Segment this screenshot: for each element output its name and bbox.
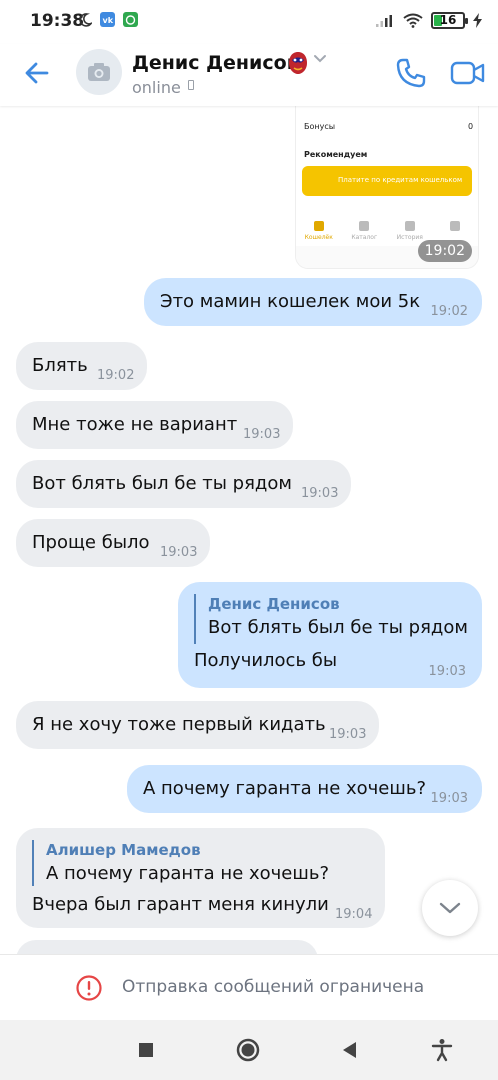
recents-button[interactable]	[132, 1036, 160, 1064]
reply-text: А почему гаранта не хочешь?	[46, 863, 329, 884]
image-message[interactable]: Бонусы 0 Рекомендуем Платите по кредитам…	[296, 106, 478, 268]
message-text: Вчера был гарант меня кинули	[32, 894, 329, 915]
message-bubble-incoming[interactable]: Алишер Мамедов А почему гаранта не хочеш…	[16, 828, 385, 928]
message-text: Блять	[32, 355, 88, 376]
reply-text: Вот блять был бе ты рядом	[208, 617, 468, 638]
triangle-back-icon	[343, 1042, 356, 1058]
message-time: 19:04	[335, 907, 373, 922]
chevron-down-icon	[439, 902, 461, 914]
chat-header: Денис Денисов online	[0, 44, 498, 106]
phone-icon[interactable]	[394, 56, 428, 90]
image-banner: Платите по кредитам кошельком	[302, 166, 472, 196]
arrow-left-icon[interactable]	[20, 56, 54, 90]
message-time: 19:02	[97, 368, 135, 383]
message-bubble-outgoing[interactable]: А почему гаранта не хочешь? 19:03	[127, 765, 482, 813]
message-text: Получилось бы	[194, 650, 338, 671]
image-row-value: 0	[468, 122, 474, 131]
camera-icon	[88, 63, 110, 81]
message-text: Я не хочу тоже первый кидать	[32, 714, 326, 735]
image-row-label: Бонусы	[304, 122, 336, 131]
message-bubble-incoming[interactable]: Я не хочу тоже первый кидать 19:03	[16, 701, 379, 749]
reply-quote[interactable]: Алишер Мамедов А почему гаранта не хочеш…	[32, 840, 329, 886]
message-bubble-incoming[interactable]: Мне тоже не вариант 19:03	[16, 401, 293, 449]
message-time: 19:03	[243, 427, 281, 442]
mobile-device-icon	[188, 80, 194, 90]
message-time: 19:03	[301, 486, 339, 501]
accessibility-icon	[431, 1039, 453, 1062]
message-time: 19:02	[417, 240, 472, 262]
accessibility-button[interactable]	[428, 1036, 456, 1064]
message-bubble-incoming[interactable]: Проще было 19:03	[16, 519, 210, 567]
scroll-down-button[interactable]	[422, 880, 478, 936]
image-banner-text: Платите по кредитам кошельком	[338, 176, 463, 184]
message-time: 19:02	[430, 304, 468, 319]
status-right-icons: 16	[375, 12, 482, 29]
message-text: Вот блять был бе ты рядом	[32, 473, 292, 494]
reply-quote[interactable]: Денис Денисов Вот блять был бе ты рядом	[194, 594, 468, 644]
video-camera-icon[interactable]	[450, 56, 486, 90]
image-section-title: Рекомендуем	[304, 150, 368, 159]
home-button[interactable]	[234, 1036, 262, 1064]
message-bubble-incoming[interactable]: Вот блять был бе ты рядом 19:03	[16, 460, 351, 508]
circle-home-icon	[236, 1038, 260, 1062]
message-time: 19:03	[329, 727, 367, 742]
messaging-restricted-bar: Отправка сообщений ограничена	[0, 954, 498, 1020]
image-nav-item: Каталог	[346, 218, 382, 246]
vk-app-icon: vk	[100, 12, 115, 27]
message-bubble-incoming[interactable]: Блять 19:02	[16, 342, 147, 390]
message-text: Мне тоже не вариант	[32, 414, 238, 435]
status-left-icons: vk	[78, 12, 138, 27]
contact-status: online	[132, 78, 181, 97]
square-recents-icon	[139, 1043, 153, 1057]
contact-name[interactable]: Денис Денисов	[132, 52, 299, 74]
system-navigation-bar	[0, 1020, 498, 1080]
mask-emoji-icon	[289, 52, 307, 74]
battery-indicator: 16	[431, 12, 468, 29]
message-bubble-incoming[interactable]	[16, 940, 318, 954]
charging-icon	[473, 13, 482, 28]
image-nav-item: Кошелёк	[301, 218, 337, 246]
message-time: 19:03	[428, 664, 466, 679]
message-text: Это мамин кошелек мои 5к	[160, 291, 421, 312]
back-button[interactable]	[336, 1036, 364, 1064]
chevron-down-icon[interactable]	[313, 54, 327, 64]
message-bubble-outgoing[interactable]: Денис Денисов Вот блять был бе ты рядом …	[178, 582, 482, 688]
message-time: 19:03	[160, 545, 198, 560]
wifi-icon	[403, 13, 423, 28]
message-text: Проще было	[32, 532, 150, 553]
message-bubble-outgoing[interactable]: Это мамин кошелек мои 5к 19:02	[144, 278, 482, 326]
avatar[interactable]	[76, 49, 122, 95]
reply-author: Алишер Мамедов	[46, 841, 201, 859]
exclamation-circle-icon	[76, 975, 102, 1001]
message-time: 19:03	[430, 791, 468, 806]
status-bar: 19:38 vk 16	[0, 0, 498, 44]
message-text: А почему гаранта не хочешь?	[143, 778, 426, 799]
reply-author: Денис Денисов	[208, 595, 340, 613]
restriction-text: Отправка сообщений ограничена	[122, 977, 425, 997]
battery-level: 16	[439, 13, 457, 27]
status-time: 19:38	[30, 11, 85, 31]
svg-text:vk: vk	[103, 16, 114, 25]
moon-icon	[79, 12, 92, 27]
signal-icon	[376, 14, 392, 27]
alarm-app-icon	[123, 12, 138, 27]
message-list[interactable]: Бонусы 0 Рекомендуем Платите по кредитам…	[0, 106, 498, 954]
